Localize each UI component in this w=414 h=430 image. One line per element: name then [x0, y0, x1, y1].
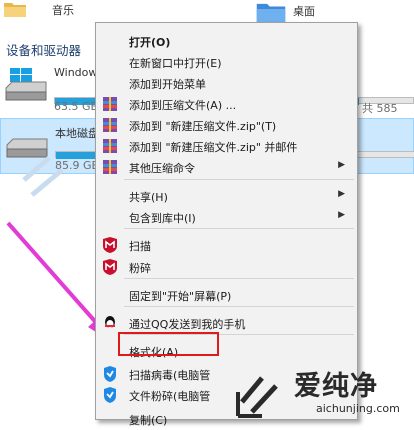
menu-item-label: 复制(C): [129, 414, 168, 427]
menu-item-label: 共享(H): [129, 191, 168, 204]
shield-icon: [102, 387, 118, 403]
menu-separator: [124, 179, 354, 180]
archive-icon: [102, 96, 118, 112]
mcafee-icon: [102, 237, 118, 253]
section-title: 设备和驱动器: [6, 43, 82, 58]
folder-icon: [256, 3, 286, 22]
menu-item-label: 添加到 "新建压缩文件.zip" 并邮件: [129, 141, 298, 154]
context-menu: 打开(O) 在新窗口中打开(E) 添加到开始菜单添加到压缩文件(A) ... 添加到 …: [95, 22, 358, 427]
menu-item[interactable]: 添加到压缩文件(A) ...: [96, 94, 357, 115]
mcafee-icon: [102, 259, 118, 275]
menu-item-label: 打开(O): [129, 36, 171, 49]
menu-item-label: 添加到开始菜单: [129, 78, 206, 91]
menu-item-label: 通过QQ发送到我的手机: [129, 318, 246, 331]
drive-size: 63.5 GB: [54, 100, 99, 113]
folder-icon: [4, 3, 26, 17]
menu-item-label: 在新窗口中打开(E): [129, 57, 222, 70]
watermark: 爱纯净 aichunjing.com: [232, 364, 414, 420]
menu-item[interactable]: 共享(H) ▶: [96, 186, 357, 207]
menu-separator: [124, 228, 354, 229]
menu-item[interactable]: 添加到开始菜单: [96, 73, 357, 94]
folder-label: 音乐: [52, 4, 74, 17]
menu-item[interactable]: 包含到库中(I) ▶: [96, 207, 357, 228]
archive-icon: [102, 159, 118, 175]
submenu-arrow-icon: ▶: [338, 210, 345, 220]
watermark-logo-faint: [22, 156, 64, 197]
watermark-text: 爱纯净: [294, 371, 378, 402]
menu-item-label: 其他压缩命令: [129, 162, 195, 175]
menu-item[interactable]: 添加到 "新建压缩文件.zip"(T): [96, 115, 357, 136]
archive-icon: [102, 138, 118, 154]
watermark-logo-icon: [236, 376, 278, 418]
drive-free-text: 共 585: [362, 102, 398, 115]
menu-item-label: 文件粉碎(电脑管: [129, 390, 211, 403]
highlight-box: [118, 332, 219, 356]
menu-item[interactable]: 扫描: [96, 235, 357, 256]
folder-label: 桌面: [293, 5, 315, 18]
drive-name: 本地磁盘: [55, 127, 99, 140]
menu-separator: [124, 278, 354, 279]
hard-drive-icon: [5, 81, 47, 101]
folder-desktop[interactable]: 桌面: [250, 0, 370, 22]
archive-icon: [102, 117, 118, 133]
menu-item[interactable]: 固定到"开始"屏幕(P): [96, 285, 357, 306]
submenu-arrow-icon: ▶: [338, 160, 345, 170]
menu-item[interactable]: 粉碎: [96, 257, 357, 278]
menu-separator: [124, 306, 354, 307]
shield-icon: [102, 366, 118, 382]
menu-item-label: 粉碎: [129, 262, 151, 275]
qq-icon: [102, 315, 118, 331]
watermark-url: aichunjing.com: [316, 402, 400, 415]
menu-item[interactable]: 在新窗口中打开(E): [96, 52, 357, 73]
menu-item-label: 扫描病毒(电脑管: [129, 369, 211, 382]
menu-item[interactable]: 添加到 "新建压缩文件.zip" 并邮件: [96, 136, 357, 157]
menu-item-label: 扫描: [129, 240, 151, 253]
menu-item-label: 固定到"开始"屏幕(P): [129, 290, 232, 303]
menu-item-label: 包含到库中(I): [129, 212, 196, 225]
menu-item[interactable]: 通过QQ发送到我的手机: [96, 313, 357, 334]
menu-item[interactable]: 其他压缩命令 ▶: [96, 157, 357, 178]
menu-item-label: 添加到压缩文件(A) ...: [129, 99, 237, 112]
folder-music[interactable]: 音乐: [0, 0, 90, 20]
menu-item-label: 添加到 "新建压缩文件.zip"(T): [129, 120, 277, 133]
menu-item[interactable]: 打开(O): [96, 31, 357, 52]
submenu-arrow-icon: ▶: [338, 189, 345, 199]
